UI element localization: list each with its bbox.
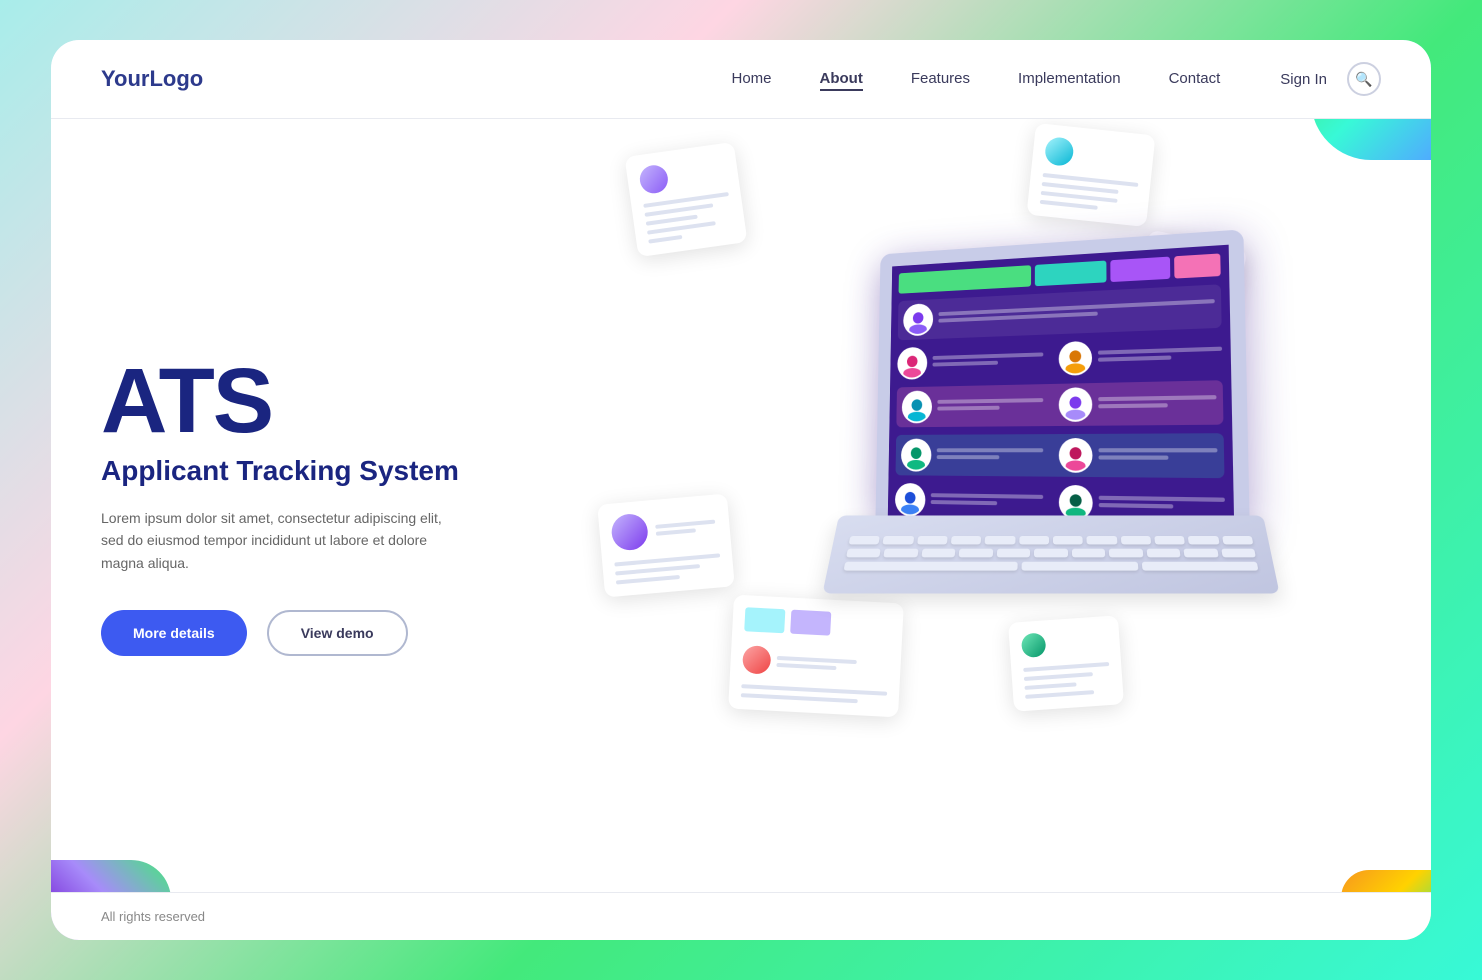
hero-title: ATS xyxy=(101,355,581,447)
main-content: ATS Applicant Tracking System Lorem ipsu… xyxy=(51,119,1431,892)
laptop-screen xyxy=(876,229,1250,526)
hero-description: Lorem ipsum dolor sit amet, consectetur … xyxy=(101,507,461,574)
nav-item-contact[interactable]: Contact xyxy=(1169,70,1221,88)
nav-link-implementation[interactable]: Implementation xyxy=(1018,70,1121,87)
nav-link-home[interactable]: Home xyxy=(731,70,771,87)
doc-card-bottom-left xyxy=(597,494,735,598)
hero-subtitle: Applicant Tracking System xyxy=(101,455,581,487)
candidate-row-4 xyxy=(896,433,1225,478)
search-icon: 🔍 xyxy=(1355,71,1372,88)
footer: All rights reserved xyxy=(51,892,1431,940)
navbar: YourLogo Home About Features Implementat… xyxy=(51,40,1431,119)
doc-card-top-right xyxy=(1027,123,1156,227)
nav-item-home[interactable]: Home xyxy=(731,70,771,88)
button-group: More details View demo xyxy=(101,610,581,656)
copyright-text: All rights reserved xyxy=(101,909,205,924)
main-card: YourLogo Home About Features Implementat… xyxy=(51,40,1431,940)
nav-link-about[interactable]: About xyxy=(820,70,863,91)
doc-card-top-left xyxy=(625,142,748,257)
signin-link[interactable]: Sign In xyxy=(1280,71,1327,88)
view-demo-button[interactable]: View demo xyxy=(267,610,408,656)
candidate-row-3 xyxy=(896,380,1223,427)
nav-item-about[interactable]: About xyxy=(820,70,863,88)
right-section xyxy=(581,119,1381,892)
candidate-row-2 xyxy=(897,336,1222,380)
logo: YourLogo xyxy=(101,66,203,92)
left-section: ATS Applicant Tracking System Lorem ipsu… xyxy=(101,355,581,656)
nav-right: Sign In 🔍 xyxy=(1280,62,1381,96)
nav-link-contact[interactable]: Contact xyxy=(1169,70,1221,87)
nav-link-features[interactable]: Features xyxy=(911,70,970,87)
nav-links: Home About Features Implementation Conta… xyxy=(731,70,1220,88)
laptop-illustration xyxy=(801,220,1321,740)
nav-item-implementation[interactable]: Implementation xyxy=(1018,70,1121,88)
candidate-row-1 xyxy=(898,284,1222,340)
search-button[interactable]: 🔍 xyxy=(1347,62,1381,96)
nav-item-features[interactable]: Features xyxy=(911,70,970,88)
laptop-keyboard xyxy=(822,515,1279,593)
more-details-button[interactable]: More details xyxy=(101,610,247,656)
